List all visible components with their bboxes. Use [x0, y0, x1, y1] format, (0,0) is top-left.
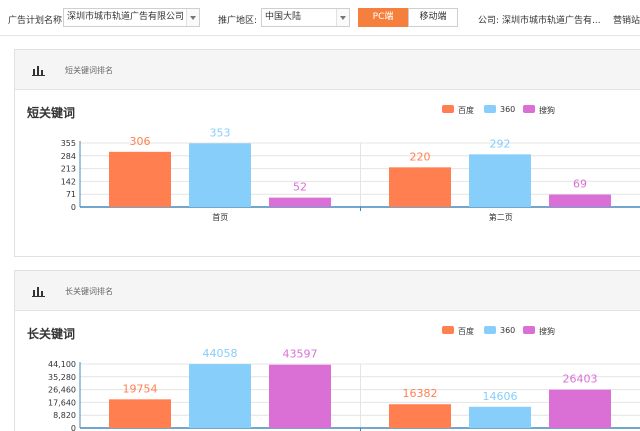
bar-value-label: 69	[573, 178, 587, 191]
bar-baidu[interactable]	[389, 404, 451, 428]
bar-value-label: 43597	[283, 348, 318, 361]
bar-value-label: 353	[210, 126, 231, 139]
bar-360[interactable]	[189, 143, 251, 207]
bar-sogou[interactable]	[269, 364, 331, 428]
bar-baidu[interactable]	[109, 399, 171, 428]
bar-baidu[interactable]	[109, 151, 171, 207]
y-tick-label: 44,100	[48, 360, 76, 369]
plan-select[interactable]: 深圳市城市轨道广告有限公司	[63, 8, 200, 27]
bar-value-label: 16382	[403, 387, 438, 400]
bar-value-label: 14606	[483, 390, 518, 403]
filter-toolbar: 广告计划名称: 深圳市城市轨道广告有限公司 推广地区: 中国大陆 PC端 移动端…	[0, 0, 640, 36]
chevron-down-icon	[186, 9, 199, 26]
region-label: 推广地区:	[218, 16, 258, 26]
company-value: 深圳市城市轨道广告有...	[502, 16, 601, 26]
y-tick-label: 26,460	[48, 386, 76, 395]
marketing-site-link[interactable]: 营销站	[613, 13, 640, 26]
mobile-tab-button[interactable]: 移动端	[408, 8, 458, 27]
bar-sogou[interactable]	[269, 197, 331, 207]
bar-360[interactable]	[469, 406, 531, 428]
region-select[interactable]: 中国大陆	[261, 8, 350, 27]
short-keyword-bar-chart: 0 71 142 213 284 355 306 353 52 首页 220 292 69 第二页	[61, 126, 640, 222]
bar-value-label: 26403	[563, 373, 598, 386]
region-select-value: 中国大陆	[265, 12, 302, 22]
y-tick-label: 8,820	[53, 411, 76, 420]
bar-value-label: 220	[410, 150, 431, 163]
y-tick-label: 213	[61, 165, 76, 174]
y-tick-label: 71	[66, 190, 76, 199]
plan-select-value: 深圳市城市轨道广告有限公司	[67, 12, 185, 22]
bar-value-label: 306	[130, 135, 151, 148]
company-label: 公司:	[478, 16, 500, 26]
bar-360[interactable]	[189, 364, 251, 428]
bar-360[interactable]	[469, 154, 531, 207]
plan-label: 广告计划名称:	[8, 16, 66, 26]
y-tick-label: 0	[71, 424, 76, 431]
long-keyword-panel: 长关键词排名 长关键词 百度 360 搜狗 0 8,820 17,640 26,460…	[14, 270, 640, 431]
bar-value-label: 44058	[203, 347, 238, 360]
long-keyword-bar-chart: 0 8,820 17,640 26,460 35,280 44,100 19754 44058…	[48, 347, 640, 431]
chevron-down-icon	[336, 9, 349, 26]
y-tick-label: 0	[71, 203, 76, 212]
pc-tab-button[interactable]: PC端	[358, 8, 408, 27]
bar-sogou[interactable]	[549, 389, 611, 428]
y-tick-label: 284	[61, 152, 76, 161]
x-tick-label: 首页	[212, 212, 228, 222]
y-tick-label: 17,640	[48, 398, 76, 407]
bar-sogou[interactable]	[549, 194, 611, 207]
bar-value-label: 52	[293, 181, 307, 194]
y-tick-label: 35,280	[48, 373, 76, 382]
y-tick-label: 142	[61, 177, 76, 186]
bar-value-label: 292	[490, 137, 511, 150]
bar-baidu[interactable]	[389, 167, 451, 207]
y-tick-label: 355	[61, 139, 76, 148]
short-keyword-panel: 短关键词排名 短关键词 百度 360 搜狗 0 71 142 213 284 355 306…	[14, 49, 640, 257]
bar-value-label: 19754	[123, 382, 158, 395]
x-tick-label: 第二页	[489, 212, 513, 222]
